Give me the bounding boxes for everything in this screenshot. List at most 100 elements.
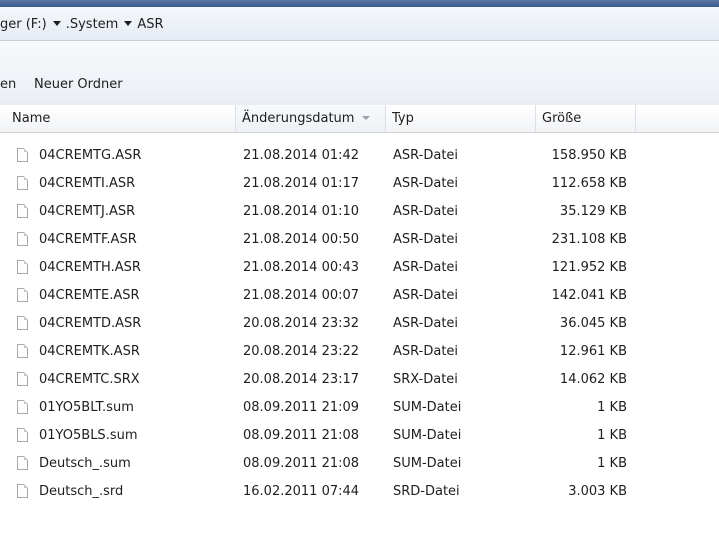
file-type: SRD-Datei bbox=[393, 484, 460, 499]
file-name[interactable]: 04CREMTE.ASR bbox=[39, 282, 140, 310]
column-header-size[interactable]: Größe bbox=[536, 105, 636, 132]
file-row[interactable]: 04CREMTK.ASR 20.08.2014 23:22 ASR-Datei 12.… bbox=[0, 338, 719, 366]
sort-descending-icon bbox=[362, 116, 371, 120]
file-size: 1 KB bbox=[597, 456, 627, 471]
file-date: 21.08.2014 00:50 bbox=[243, 232, 360, 247]
file-icon bbox=[17, 148, 28, 162]
file-name[interactable]: 04CREMTD.ASR bbox=[39, 310, 141, 338]
file-type: SUM-Datei bbox=[393, 456, 462, 471]
file-row[interactable]: 04CREMTH.ASR 21.08.2014 00:43 ASR-Datei 121… bbox=[0, 254, 719, 282]
file-type: ASR-Datei bbox=[393, 344, 459, 359]
file-icon bbox=[17, 232, 28, 246]
column-header-name[interactable]: Name bbox=[0, 105, 236, 132]
file-icon bbox=[17, 316, 28, 330]
file-name[interactable]: 04CREMTI.ASR bbox=[39, 170, 135, 198]
file-name[interactable]: Deutsch_.sum bbox=[39, 450, 131, 478]
file-type: ASR-Datei bbox=[393, 204, 459, 219]
file-icon bbox=[17, 484, 28, 498]
file-size: 1 KB bbox=[597, 428, 627, 443]
file-icon bbox=[17, 176, 28, 190]
file-name[interactable]: 04CREMTH.ASR bbox=[39, 254, 141, 282]
toolbar-partial-button[interactable]: en bbox=[0, 75, 16, 95]
file-name[interactable]: 01YO5BLT.sum bbox=[39, 394, 134, 422]
column-header-name-label: Name bbox=[12, 111, 51, 126]
file-size: 35.129 KB bbox=[559, 204, 627, 219]
file-size: 1 KB bbox=[597, 400, 627, 415]
file-type: SRX-Datei bbox=[393, 372, 458, 387]
breadcrumb-asr[interactable]: ASR bbox=[137, 17, 166, 32]
file-type: ASR-Datei bbox=[393, 232, 459, 247]
file-size: 231.108 KB bbox=[551, 232, 627, 247]
file-row[interactable]: 04CREMTD.ASR 20.08.2014 23:32 ASR-Datei 36.… bbox=[0, 310, 719, 338]
file-name[interactable]: 04CREMTC.SRX bbox=[39, 366, 140, 394]
breadcrumb-system[interactable]: .System bbox=[66, 17, 122, 32]
file-date: 21.08.2014 01:10 bbox=[243, 204, 360, 219]
file-type: SUM-Datei bbox=[393, 428, 462, 443]
file-icon bbox=[17, 428, 28, 442]
file-icon bbox=[17, 204, 28, 218]
file-name[interactable]: 04CREMTF.ASR bbox=[39, 226, 137, 254]
file-row[interactable]: Deutsch_.sum 08.09.2011 21:08 SUM-Datei 1 K… bbox=[0, 450, 719, 478]
file-date: 20.08.2014 23:32 bbox=[243, 316, 360, 331]
file-size: 14.062 KB bbox=[559, 372, 627, 387]
file-row[interactable]: 01YO5BLS.sum 08.09.2011 21:08 SUM-Datei 1 K… bbox=[0, 422, 719, 450]
column-header-row: Name Änderungsdatum Typ Größe bbox=[0, 105, 719, 133]
file-type: SUM-Datei bbox=[393, 400, 462, 415]
file-icon bbox=[17, 344, 28, 358]
file-size: 36.045 KB bbox=[559, 316, 627, 331]
column-header-type-label: Typ bbox=[392, 111, 414, 126]
file-date: 20.08.2014 23:22 bbox=[243, 344, 360, 359]
column-header-date-label: Änderungsdatum bbox=[242, 111, 355, 126]
file-date: 08.09.2011 21:08 bbox=[243, 428, 360, 443]
window-title-bar bbox=[0, 0, 719, 7]
file-name[interactable]: 04CREMTK.ASR bbox=[39, 338, 140, 366]
file-type: ASR-Datei bbox=[393, 148, 459, 163]
chevron-down-icon[interactable] bbox=[124, 20, 133, 26]
file-icon bbox=[17, 288, 28, 302]
chevron-down-icon[interactable] bbox=[52, 20, 61, 26]
file-row[interactable]: 04CREMTJ.ASR 21.08.2014 01:10 ASR-Datei 35.… bbox=[0, 198, 719, 226]
file-type: ASR-Datei bbox=[393, 176, 459, 191]
file-row[interactable]: 01YO5BLT.sum 08.09.2011 21:09 SUM-Datei 1 K… bbox=[0, 394, 719, 422]
file-date: 21.08.2014 00:43 bbox=[243, 260, 360, 275]
column-header-type[interactable]: Typ bbox=[386, 105, 536, 132]
breadcrumb-drive[interactable]: ger (F:) bbox=[0, 17, 50, 32]
file-size: 142.041 KB bbox=[551, 288, 627, 303]
command-bar: en Neuer Ordner bbox=[0, 41, 719, 106]
new-folder-button[interactable]: Neuer Ordner bbox=[34, 75, 123, 95]
file-icon bbox=[17, 260, 28, 274]
file-date: 21.08.2014 01:42 bbox=[243, 148, 360, 163]
file-size: 12.961 KB bbox=[559, 344, 627, 359]
file-row[interactable]: 04CREMTF.ASR 21.08.2014 00:50 ASR-Datei 231… bbox=[0, 226, 719, 254]
file-date: 21.08.2014 01:17 bbox=[243, 176, 360, 191]
breadcrumb: ger (F:) .System ASR bbox=[0, 15, 167, 33]
file-size: 3.003 KB bbox=[568, 484, 627, 499]
file-name[interactable]: 01YO5BLS.sum bbox=[39, 422, 138, 450]
file-name[interactable]: 04CREMTG.ASR bbox=[39, 142, 141, 170]
file-size: 158.950 KB bbox=[551, 148, 627, 163]
file-row[interactable]: 04CREMTG.ASR 21.08.2014 01:42 ASR-Datei 158… bbox=[0, 142, 719, 170]
file-date: 16.02.2011 07:44 bbox=[243, 484, 360, 499]
file-icon bbox=[17, 456, 28, 470]
file-row[interactable]: 04CREMTE.ASR 21.08.2014 00:07 ASR-Datei 142… bbox=[0, 282, 719, 310]
column-header-date[interactable]: Änderungsdatum bbox=[236, 105, 386, 132]
address-bar[interactable]: ger (F:) .System ASR bbox=[0, 7, 719, 41]
file-name[interactable]: 04CREMTJ.ASR bbox=[39, 198, 135, 226]
file-date: 08.09.2011 21:08 bbox=[243, 456, 360, 471]
file-type: ASR-Datei bbox=[393, 260, 459, 275]
file-date: 21.08.2014 00:07 bbox=[243, 288, 360, 303]
file-icon bbox=[17, 372, 28, 386]
file-size: 112.658 KB bbox=[551, 176, 627, 191]
file-date: 20.08.2014 23:17 bbox=[243, 372, 360, 387]
file-size: 121.952 KB bbox=[551, 260, 627, 275]
file-type: ASR-Datei bbox=[393, 316, 459, 331]
file-name[interactable]: Deutsch_.srd bbox=[39, 478, 123, 506]
file-row[interactable]: 04CREMTI.ASR 21.08.2014 01:17 ASR-Datei 112… bbox=[0, 170, 719, 198]
file-icon bbox=[17, 400, 28, 414]
file-row[interactable]: 04CREMTC.SRX 20.08.2014 23:17 SRX-Datei 14.… bbox=[0, 366, 719, 394]
file-row[interactable]: Deutsch_.srd 16.02.2011 07:44 SRD-Datei 3.0… bbox=[0, 478, 719, 506]
file-type: ASR-Datei bbox=[393, 288, 459, 303]
column-header-size-label: Größe bbox=[542, 111, 582, 126]
file-date: 08.09.2011 21:09 bbox=[243, 400, 360, 415]
file-list: 04CREMTG.ASR 21.08.2014 01:42 ASR-Datei 158… bbox=[0, 142, 719, 506]
